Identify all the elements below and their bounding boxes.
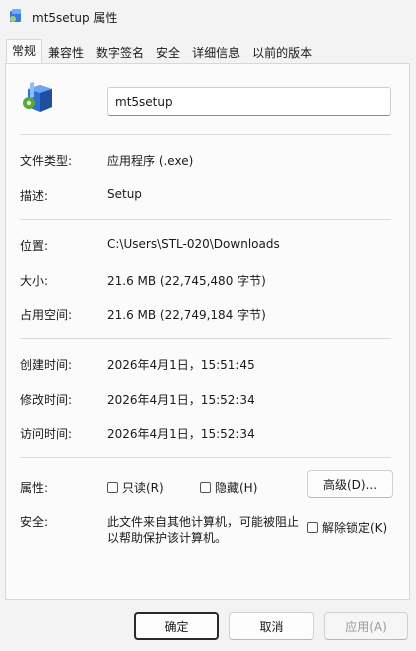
security-text-line-1: 此文件来自其他计算机，可能被阻止 — [107, 515, 300, 529]
security-text-line-2: 以帮助保护该计算机。 — [107, 531, 228, 545]
file-type-label: 文件类型: — [20, 154, 73, 168]
hidden-checkbox[interactable]: 隐藏(H) — [200, 479, 257, 496]
created-value: 2026年4月1日，15:51:45 — [107, 358, 255, 372]
size-on-disk-value: 21.6 MB (22,749,184 字节) — [107, 308, 266, 322]
readonly-checkbox-box[interactable] — [107, 482, 118, 493]
divider — [20, 338, 391, 339]
accessed-value: 2026年4月1日，15:52:34 — [107, 427, 255, 441]
file-name-input[interactable] — [107, 87, 391, 116]
apply-button[interactable]: 应用(A) — [324, 612, 408, 640]
file-type-value: 应用程序 (.exe) — [107, 154, 194, 168]
hidden-checkbox-label: 隐藏(H) — [215, 481, 258, 495]
unblock-checkbox[interactable]: 解除锁定(K) — [307, 519, 387, 536]
modified-label: 修改时间: — [20, 393, 73, 407]
unblock-checkbox-box[interactable] — [307, 522, 318, 533]
size-label: 大小: — [20, 274, 49, 288]
installer-icon — [10, 9, 21, 22]
setup-file-icon — [23, 82, 52, 112]
accessed-label: 访问时间: — [20, 427, 73, 441]
tab-general[interactable]: 常规 — [6, 39, 43, 63]
attributes-label: 属性: — [20, 481, 49, 495]
tab-compatibility[interactable]: 兼容性 — [42, 41, 90, 63]
readonly-checkbox-label: 只读(R) — [122, 481, 164, 495]
tab-digital-signatures[interactable]: 数字签名 — [90, 41, 150, 63]
size-value: 21.6 MB (22,745,480 字节) — [107, 274, 266, 288]
title-bar: mt5setup 属性 — [0, 0, 416, 34]
divider — [20, 457, 391, 458]
general-panel: 文件类型: 应用程序 (.exe) 描述: Setup 位置: C:\Users… — [5, 63, 410, 600]
description-value: Setup — [107, 187, 142, 201]
tab-previous-versions[interactable]: 以前的版本 — [246, 41, 318, 63]
unblock-checkbox-label: 解除锁定(K) — [322, 521, 388, 535]
window-title: mt5setup 属性 — [32, 11, 118, 25]
tab-security[interactable]: 安全 — [150, 41, 186, 63]
modified-value: 2026年4月1日，15:52:34 — [107, 393, 255, 407]
divider — [20, 219, 391, 220]
tab-details[interactable]: 详细信息 — [186, 41, 246, 63]
cancel-button[interactable]: 取消 — [229, 612, 314, 640]
advanced-button[interactable]: 高级(D)... — [307, 470, 393, 498]
size-on-disk-label: 占用空间: — [20, 308, 73, 322]
ok-button[interactable]: 确定 — [134, 612, 219, 640]
divider — [20, 134, 391, 135]
created-label: 创建时间: — [20, 358, 73, 372]
security-label: 安全: — [20, 515, 49, 529]
description-label: 描述: — [20, 189, 49, 203]
location-value: C:\Users\STL-020\Downloads — [107, 237, 280, 251]
hidden-checkbox-box[interactable] — [200, 482, 211, 493]
readonly-checkbox[interactable]: 只读(R) — [107, 479, 164, 496]
location-label: 位置: — [20, 239, 49, 253]
tab-bar: 常规 兼容性 数字签名 安全 详细信息 以前的版本 — [6, 39, 318, 63]
